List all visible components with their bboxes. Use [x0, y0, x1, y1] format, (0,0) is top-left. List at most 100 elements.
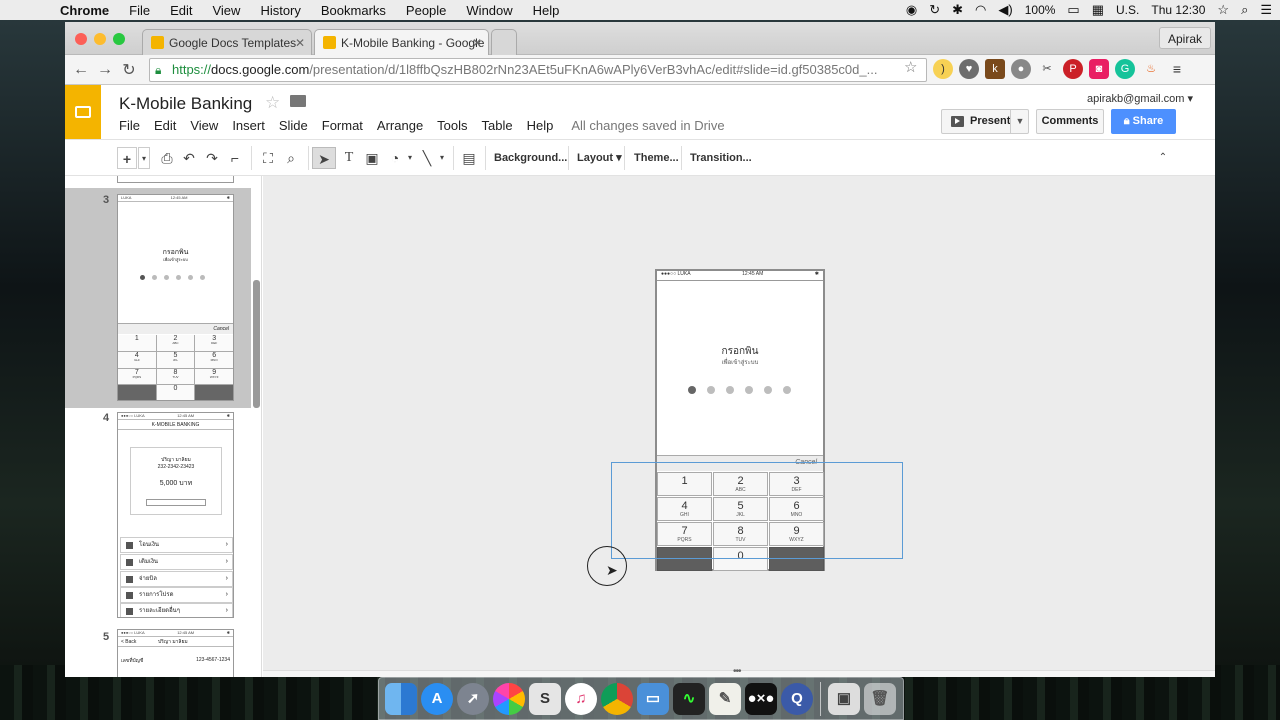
battery-percent[interactable]: 100%: [1025, 3, 1056, 17]
account-email[interactable]: apirakb@gmail.com ▾: [1087, 92, 1193, 105]
notification-icon[interactable]: ☰: [1260, 2, 1272, 18]
menu-app[interactable]: Chrome: [50, 3, 119, 18]
activity-monitor-icon[interactable]: ∿: [673, 682, 705, 715]
menu-edit[interactable]: Edit: [154, 118, 190, 133]
menu-tools[interactable]: Tools: [437, 118, 481, 133]
k-icon[interactable]: k: [985, 59, 1005, 79]
time-machine-icon[interactable]: ↻: [929, 2, 940, 18]
comment-icon[interactable]: ▤: [459, 147, 479, 169]
theme-button[interactable]: Theme...: [634, 147, 679, 169]
close-tab-icon[interactable]: ✕: [295, 30, 305, 55]
camera-icon[interactable]: ◙: [1089, 59, 1109, 79]
select-arrow-icon[interactable]: ➤: [312, 147, 336, 169]
shape-dropdown-icon[interactable]: ▾: [405, 147, 415, 169]
new-tab-button[interactable]: [491, 29, 517, 55]
share-button[interactable]: 🔒︎ Share: [1111, 109, 1176, 134]
fit-icon[interactable]: ⛶: [258, 147, 278, 169]
address-bar[interactable]: 🔒︎ https://docs.google.com/presentation/d…: [149, 58, 927, 82]
slide-thumbnail-4[interactable]: ●●●○○ LUKA 12:45 AM ✱ K-MOBILE BANKING ปริ…: [117, 412, 234, 618]
bookmark-icon[interactable]: ): [933, 59, 953, 79]
background-button[interactable]: Background...: [494, 147, 567, 169]
selection-box[interactable]: [611, 462, 903, 559]
tab-templates[interactable]: Google Docs Templates ✕: [142, 29, 312, 55]
speaker-notes-grip[interactable]: •••: [733, 666, 741, 677]
record-icon[interactable]: ◉: [906, 2, 917, 18]
rocket-icon[interactable]: ➚: [457, 682, 489, 715]
comments-button[interactable]: Comments: [1036, 109, 1104, 134]
photos-icon[interactable]: [493, 682, 525, 715]
pinterest-icon[interactable]: P: [1063, 59, 1083, 79]
menu-file[interactable]: File: [119, 3, 160, 18]
present-dropdown-button[interactable]: ▼: [1010, 109, 1029, 134]
menu-bookmarks[interactable]: Bookmarks: [311, 3, 396, 18]
menu-help[interactable]: Help: [527, 118, 568, 133]
new-slide-dropdown-icon[interactable]: ▾: [138, 147, 150, 169]
menu-history[interactable]: History: [250, 3, 310, 18]
input-source[interactable]: U.S.: [1116, 3, 1139, 17]
menu-file[interactable]: File: [119, 118, 154, 133]
wifi-icon[interactable]: ◠: [975, 2, 986, 18]
image-icon[interactable]: ▣: [362, 147, 382, 169]
flame-icon[interactable]: ♨: [1141, 59, 1161, 79]
close-window-icon[interactable]: [75, 33, 87, 45]
bookmark-star-icon[interactable]: ☆: [904, 58, 917, 76]
chrome-icon[interactable]: [601, 682, 633, 715]
doc-title[interactable]: K-Mobile Banking: [119, 94, 252, 114]
new-slide-icon[interactable]: +: [117, 147, 137, 169]
slide-thumbnail-2-bottom[interactable]: [117, 176, 234, 183]
textedit-icon[interactable]: ✎: [709, 682, 741, 715]
star-icon[interactable]: ☆: [265, 93, 280, 113]
slide-thumbnail-3[interactable]: LUKA 12:45 AM ✱ กรอกพิน เพื่อเข้าสู่ระบบ C…: [117, 194, 234, 401]
minimize-window-icon[interactable]: [94, 33, 106, 45]
menu-view[interactable]: View: [202, 3, 250, 18]
menu-format[interactable]: Format: [322, 118, 377, 133]
menu-help[interactable]: Help: [523, 3, 570, 18]
itunes-icon[interactable]: ♫: [565, 682, 597, 715]
menu-table[interactable]: Table: [482, 118, 527, 133]
zoom-icon[interactable]: ⌕: [281, 147, 301, 169]
slide-canvas[interactable]: ●●●○○ LUKA 12:45 AM ✱ กรอกพิน เพื่อเข้าสู่…: [263, 176, 1215, 677]
dot-x-icon[interactable]: ●×●: [745, 682, 777, 715]
menu-arrange[interactable]: Arrange: [377, 118, 437, 133]
shape-icon[interactable]: ◔: [385, 147, 405, 169]
print-icon[interactable]: ⎙: [157, 147, 177, 169]
filmstrip-scrollbar[interactable]: [253, 280, 260, 408]
keynote-icon[interactable]: ▭: [637, 682, 669, 715]
finder-icon[interactable]: [385, 682, 417, 715]
collapse-icon[interactable]: ⌃: [1155, 147, 1171, 169]
slide-thumbnail-5[interactable]: ●●●○○ LUKA 12:45 AM ✱ < Back ปริญา มาลิยม เ…: [117, 629, 234, 677]
transition-button[interactable]: Transition...: [690, 147, 752, 169]
spotlight-icon[interactable]: ⌕: [1241, 2, 1248, 18]
paint-format-icon[interactable]: ⌐: [225, 147, 245, 169]
menu-slide[interactable]: Slide: [279, 118, 322, 133]
pocket-icon[interactable]: ♥: [959, 59, 979, 79]
tools-icon[interactable]: ✂: [1037, 59, 1057, 79]
back-icon[interactable]: ←: [69, 61, 93, 79]
grammarly-icon[interactable]: G: [1115, 59, 1135, 79]
scrivener-icon[interactable]: S: [529, 682, 561, 715]
redo-icon[interactable]: ↷: [202, 147, 222, 169]
folder-icon[interactable]: [290, 95, 306, 107]
close-tab-icon[interactable]: ✕: [472, 30, 482, 55]
zoom-window-icon[interactable]: [113, 33, 125, 45]
line-icon[interactable]: ╲: [417, 147, 437, 169]
ghost-icon[interactable]: ●: [1011, 59, 1031, 79]
volume-icon[interactable]: ◀): [998, 2, 1012, 18]
line-dropdown-icon[interactable]: ▾: [437, 147, 447, 169]
forward-icon[interactable]: →: [93, 61, 117, 79]
menu-edit[interactable]: Edit: [160, 3, 202, 18]
slides-logo-icon[interactable]: [65, 85, 101, 139]
menu-window[interactable]: Window: [456, 3, 522, 18]
preview-icon[interactable]: ▣: [828, 682, 860, 715]
bluetooth-icon[interactable]: ✱: [952, 2, 963, 18]
clock[interactable]: Thu 12:30: [1151, 3, 1205, 17]
reload-icon[interactable]: ↻: [117, 60, 141, 80]
menu-view[interactable]: View: [190, 118, 232, 133]
save-status[interactable]: All changes saved in Drive: [567, 118, 738, 133]
quicktime-icon[interactable]: Q: [781, 682, 813, 715]
layout-button[interactable]: Layout ▾: [577, 147, 622, 169]
menu-insert[interactable]: Insert: [232, 118, 279, 133]
hamburger-icon[interactable]: ≡: [1167, 59, 1187, 79]
trash-icon[interactable]: 🗑︎: [864, 682, 896, 715]
app-store-icon[interactable]: A: [421, 682, 453, 715]
